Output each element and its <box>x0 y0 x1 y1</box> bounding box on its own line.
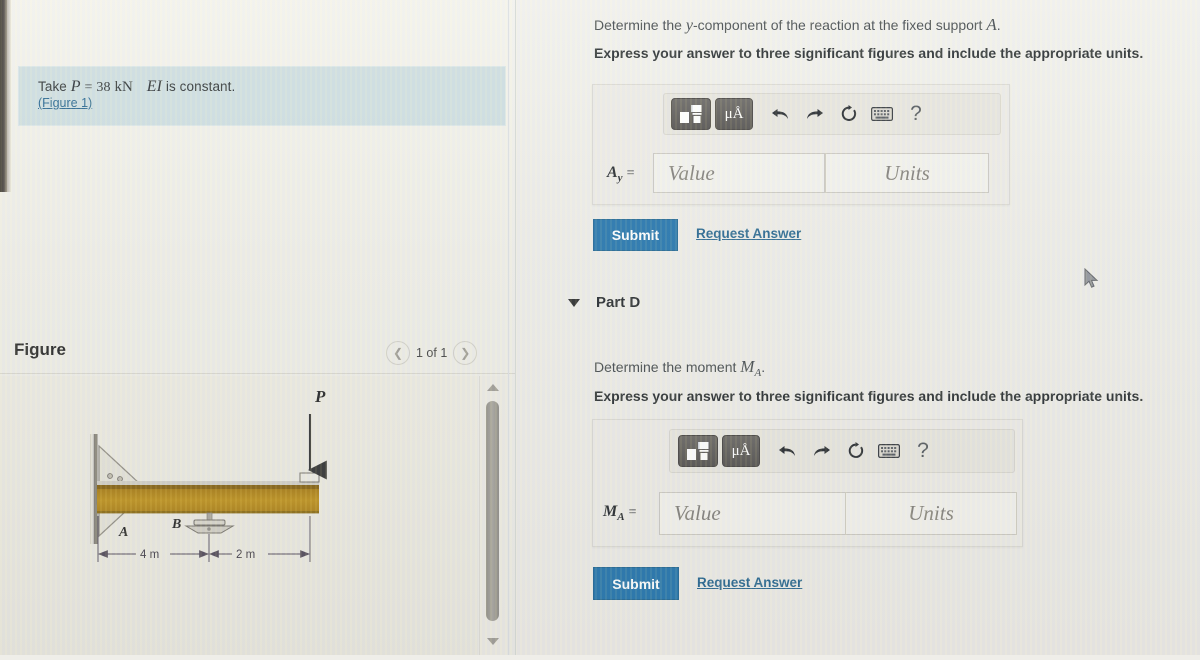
keyboard-icon[interactable] <box>872 436 906 466</box>
part-d-label: Part D <box>596 294 641 311</box>
prompt-take: Take <box>38 79 67 94</box>
part-d-request-answer-link[interactable]: Request Answer <box>697 575 802 590</box>
prompt-value: 38 <box>96 80 111 95</box>
part-d-answer-subscript: A <box>617 511 625 524</box>
part-d-instruction: Express your answer to three significant… <box>594 388 1144 404</box>
part-d-answer-box: μÅ ? MA = Value Units <box>592 419 1023 547</box>
part-c-answer-equals: = <box>626 166 635 181</box>
reset-circle-icon[interactable] <box>831 99 865 129</box>
prompt-ei: EI <box>146 78 163 95</box>
part-c-answer-subscript: y <box>617 172 623 185</box>
part-d-units-input[interactable]: Units <box>845 492 1017 535</box>
figure-panel-title: Figure <box>14 340 66 359</box>
part-d-submit-button[interactable]: Submit <box>593 567 679 600</box>
caret-down-icon[interactable] <box>568 298 580 307</box>
math-template-icon[interactable] <box>671 98 711 130</box>
right-pane: Determine the y-component of the reactio… <box>516 0 1200 655</box>
part-c-answer-symbol: A <box>607 164 618 181</box>
svg-text:A: A <box>118 525 128 540</box>
pane-divider-outer <box>508 0 509 655</box>
figure-1-link[interactable]: (Figure 1) <box>38 96 92 110</box>
part-c-request-answer-link[interactable]: Request Answer <box>696 226 801 241</box>
left-pane: Take P = 38 kN EI is constant. (Figure 1… <box>0 0 515 655</box>
part-c-question-rest: -component of the reaction at the fixed … <box>692 17 987 33</box>
part-d-answer-equals: = <box>628 505 637 520</box>
beam-diagram-canvas: P B A 4 m 2 m <box>0 376 478 655</box>
figure-header-divider <box>0 373 515 374</box>
svg-text:P: P <box>314 387 326 406</box>
part-c-question-symbol: A <box>986 15 997 34</box>
part-c-value-input[interactable]: Value <box>653 153 825 193</box>
part-d-question-pre: Determine the moment <box>594 359 741 375</box>
part-d-question-end: . <box>761 359 766 375</box>
figure-pager: ❮ 1 of 1 ❯ <box>386 341 478 365</box>
problem-prompt-text: Take P = 38 kN EI is constant. <box>38 78 235 96</box>
part-d-answer-symbol: M <box>603 503 618 520</box>
part-c-question-var: y <box>685 17 693 34</box>
scroll-down-arrow-icon[interactable] <box>487 638 499 645</box>
scroll-up-arrow-icon[interactable] <box>487 384 499 391</box>
chevron-left-icon[interactable]: ❮ <box>386 341 410 365</box>
help-question-icon[interactable]: ? <box>899 99 933 129</box>
svg-text:4 m: 4 m <box>140 549 159 561</box>
figure-counter: 1 of 1 <box>416 346 448 360</box>
help-question-icon[interactable]: ? <box>906 436 940 466</box>
figure-scrollbar[interactable] <box>479 376 507 655</box>
part-c-question-end: . <box>996 17 1001 33</box>
window-left-edge-inner <box>7 0 11 192</box>
part-d-value-input[interactable]: Value <box>659 492 847 535</box>
part-c-answer-label: Ay = <box>607 164 634 184</box>
reset-circle-icon[interactable] <box>838 436 872 466</box>
part-d-question: Determine the moment MA. <box>594 357 765 379</box>
micro-angstrom-units-icon[interactable]: μÅ <box>715 98 753 130</box>
undo-arrow-icon[interactable] <box>763 99 797 129</box>
units-icon-label: μÅ <box>731 442 751 459</box>
part-c-answer-toolbar: μÅ ? <box>663 93 1001 135</box>
redo-arrow-icon[interactable] <box>797 99 831 129</box>
prompt-equals: = <box>84 80 93 95</box>
svg-text:B: B <box>171 517 181 532</box>
part-c-question-pre: Determine the <box>594 17 686 33</box>
beam-diagram-svg: P B A 4 m 2 m <box>90 387 327 562</box>
part-d-question-symbol: M <box>740 357 755 376</box>
scrollbar-thumb[interactable] <box>486 401 499 621</box>
keyboard-icon[interactable] <box>865 99 899 129</box>
svg-text:2 m: 2 m <box>236 549 255 561</box>
micro-angstrom-units-icon[interactable]: μÅ <box>722 435 760 467</box>
part-d-header[interactable]: Part D <box>568 294 640 311</box>
prompt-tail: is constant. <box>165 79 236 94</box>
math-template-icon[interactable] <box>678 435 718 467</box>
part-c-answer-box: μÅ ? Ay = Value Units <box>592 84 1010 205</box>
part-d-answer-toolbar: μÅ ? <box>669 429 1015 473</box>
part-c-question: Determine the y-component of the reactio… <box>594 15 1001 35</box>
part-d-answer-label: MA = <box>603 503 636 523</box>
chevron-right-icon[interactable]: ❯ <box>453 341 478 365</box>
window-left-edge <box>0 0 7 192</box>
redo-arrow-icon[interactable] <box>804 436 838 466</box>
mouse-pointer-icon <box>1084 267 1100 290</box>
part-c-units-input[interactable]: Units <box>825 153 989 193</box>
part-c-submit-button[interactable]: Submit <box>593 219 678 251</box>
part-c-instruction: Express your answer to three significant… <box>594 45 1144 61</box>
undo-arrow-icon[interactable] <box>770 436 804 466</box>
prompt-var-p: P <box>70 78 81 95</box>
units-icon-label: μÅ <box>724 105 744 122</box>
prompt-unit: kN <box>114 79 133 95</box>
